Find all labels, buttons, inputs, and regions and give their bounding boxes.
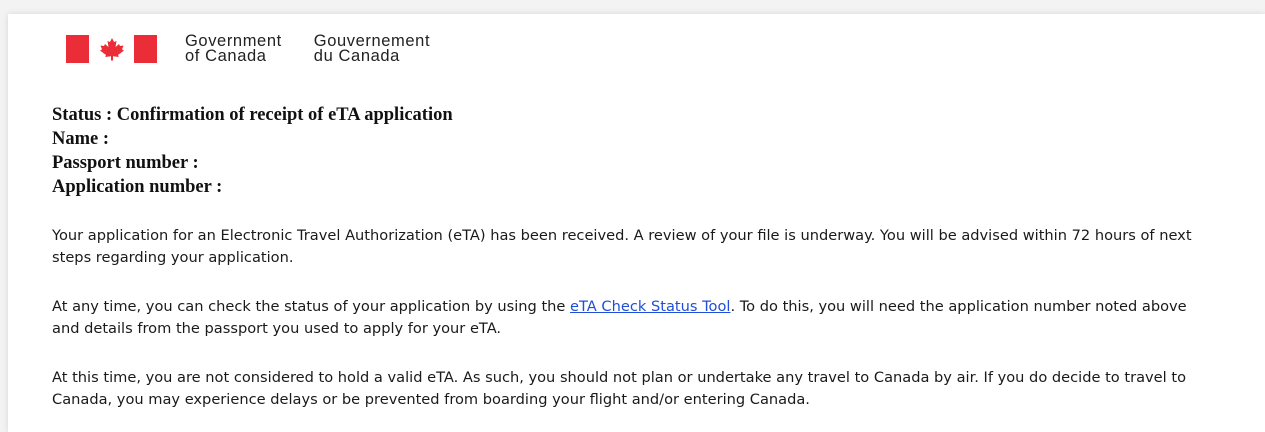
signature-french: Gouvernement du Canada: [313, 33, 430, 65]
flag-left-bar: [66, 35, 89, 63]
eta-check-status-tool-link[interactable]: eTA Check Status Tool: [570, 298, 730, 315]
name-label: Name :: [52, 129, 110, 149]
signature-english-line2: of Canada: [185, 47, 267, 65]
maple-leaf-icon: [99, 38, 124, 61]
status-block: Status : Confirmation of receipt of eTA …: [52, 103, 453, 199]
paragraph-received: Your application for an Electronic Trave…: [52, 227, 1192, 266]
canada-flag-icon: [66, 35, 157, 63]
flag-center: [89, 35, 134, 63]
status-line: Status : Confirmation of receipt of eTA …: [52, 105, 453, 125]
email-document: Government of Canada Gouvernement du Can…: [8, 14, 1265, 432]
paragraph-check-status: At any time, you can check the status of…: [52, 296, 1212, 340]
application-number-label: Application number :: [52, 177, 223, 197]
passport-number-label: Passport number :: [52, 153, 199, 173]
signature-english: Government of Canada: [185, 33, 282, 65]
paragraph-not-valid: At this time, you are not considered to …: [52, 369, 1186, 408]
paragraph-check-status-text-before: At any time, you can check the status of…: [52, 298, 571, 315]
government-signature: Government of Canada Gouvernement du Can…: [66, 33, 430, 68]
signature-french-line2: du Canada: [313, 47, 400, 65]
flag-right-bar: [134, 35, 157, 63]
